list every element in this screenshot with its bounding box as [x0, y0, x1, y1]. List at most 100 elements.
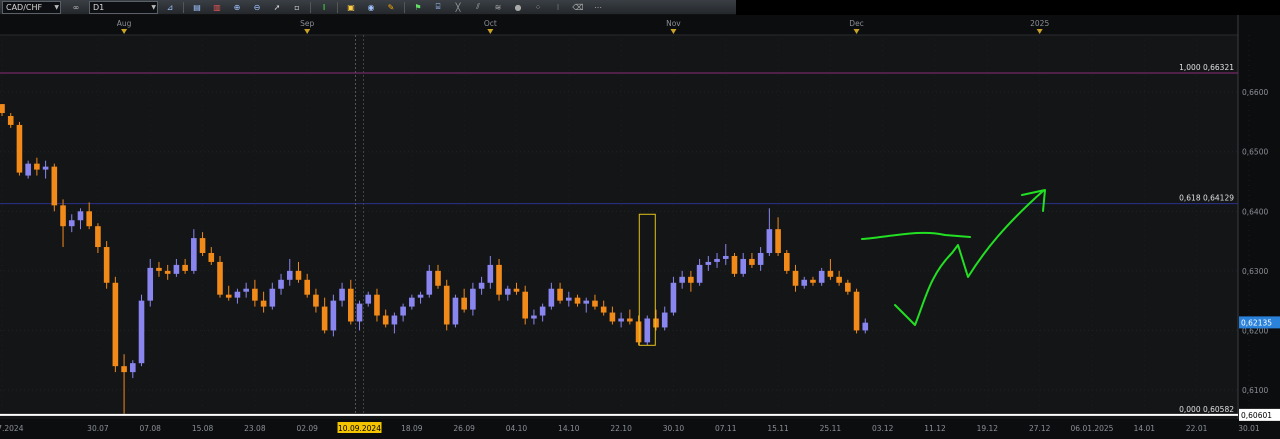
cursor-icon[interactable]: ➚	[269, 1, 285, 13]
candle-body	[531, 315, 537, 319]
candles-icon[interactable]: ▥	[209, 1, 225, 13]
settings-icon[interactable]: ⁝	[550, 1, 566, 13]
candle-body	[661, 312, 668, 328]
indicators-icon[interactable]: ⚑	[410, 1, 426, 13]
candle-body	[513, 288, 520, 292]
x-tick-label: 25.11	[820, 424, 842, 433]
month-label: 2025	[1030, 19, 1049, 28]
candle-body	[365, 294, 372, 304]
candle-body	[121, 366, 127, 373]
candle-body	[688, 276, 694, 283]
zoom-out-icon[interactable]: ⊖	[249, 1, 265, 13]
chart-background	[0, 15, 1280, 439]
candle-body	[548, 288, 555, 307]
more-icon[interactable]: ⋯	[590, 1, 606, 13]
candle-body	[182, 264, 188, 271]
candle-body	[766, 229, 773, 253]
candle-body	[496, 264, 502, 295]
toolbar-divider	[404, 1, 405, 13]
month-label: Nov	[666, 19, 681, 28]
fib-level-label: 1,000 0,66321	[1179, 63, 1234, 72]
timeframe-selector[interactable]: D1 ▼	[89, 0, 158, 14]
color-icon[interactable]: ◉	[363, 1, 379, 13]
candle-body	[557, 288, 563, 301]
chevron-down-icon: ▼	[54, 3, 59, 11]
fib-level-label: 0,618 0,64129	[1179, 194, 1234, 203]
candle-body	[670, 282, 677, 313]
x-tick-label: 30.01	[1238, 424, 1260, 433]
note-icon[interactable]: ▣	[343, 1, 359, 13]
candle-body	[731, 255, 738, 274]
candle-body	[600, 306, 607, 313]
candle-body	[452, 297, 459, 325]
x-tick-label: 14.01	[1134, 424, 1156, 433]
x-tick-label: 26.09	[453, 424, 475, 433]
toolbar-divider	[337, 1, 338, 13]
point-icon[interactable]: ▫	[289, 1, 305, 13]
candle-body	[164, 270, 171, 274]
chevron-down-icon: ▼	[151, 3, 156, 11]
y-tick-label: 0,6600	[1242, 88, 1268, 97]
x-tick-label: 02.09	[296, 424, 318, 433]
templates-icon[interactable]: ⌸	[430, 1, 446, 13]
x-tick-label: 30.07	[87, 424, 109, 433]
candle-body	[696, 264, 703, 283]
shapes-icon[interactable]: ⫽	[470, 1, 486, 13]
candle-body	[443, 285, 450, 325]
candle-body	[574, 297, 581, 304]
candle-body	[130, 363, 136, 373]
candle-body	[199, 238, 206, 253]
candle-body	[217, 261, 223, 295]
month-label: Aug	[117, 19, 132, 28]
fib-price-label: 0,60601	[1241, 411, 1272, 420]
objects-icon[interactable]: ⁘	[530, 1, 546, 13]
candle-body	[810, 279, 816, 283]
candle-body	[25, 163, 31, 176]
zoom-in-icon[interactable]: ⊕	[229, 1, 245, 13]
candle-body	[539, 306, 546, 316]
candle-body	[225, 294, 232, 298]
candle-body	[16, 124, 23, 173]
candle-body	[705, 261, 712, 265]
text-tool-icon[interactable]: Ⅰ	[316, 1, 332, 13]
candle-body	[86, 211, 92, 227]
symbol-selector[interactable]: CAD/CHF ▼	[2, 0, 61, 14]
candle-body	[827, 270, 834, 277]
candlestick-chart[interactable]: 1,000 0,663210,618 0,641290,000 0,60582 …	[0, 15, 1280, 439]
candle-body	[321, 306, 328, 331]
candle-body	[757, 252, 764, 265]
toolbar-divider	[183, 1, 184, 13]
symbol-label: CAD/CHF	[6, 2, 43, 12]
candle-body	[609, 312, 616, 322]
candle-body	[112, 282, 119, 367]
candle-body	[313, 294, 319, 307]
x-tick-label: 03.12	[872, 424, 894, 433]
circle-icon[interactable]: ●	[510, 1, 526, 13]
candle-body	[7, 116, 14, 125]
month-label: Sep	[300, 19, 314, 28]
bar-icon[interactable]: ▤	[189, 1, 205, 13]
candle-body	[286, 270, 293, 280]
fibonacci-icon[interactable]: ≋	[490, 1, 506, 13]
candle-body	[234, 291, 241, 298]
link-icon[interactable]: ∞	[65, 1, 87, 13]
candle-body	[60, 205, 66, 227]
candle-body	[836, 276, 842, 283]
x-tick-label: 23.08	[244, 424, 266, 433]
candle-body	[191, 238, 197, 271]
candle-body	[243, 288, 249, 292]
candle-body	[487, 264, 494, 283]
candle-body	[295, 270, 302, 280]
lines-icon[interactable]: ╳	[450, 1, 466, 13]
pencil-icon[interactable]: ✎	[383, 1, 399, 13]
candle-body	[260, 300, 267, 307]
candle-body	[42, 166, 49, 170]
candle-body	[138, 300, 145, 364]
candle-body	[522, 291, 528, 319]
candle-body	[95, 226, 101, 248]
y-tick-label: 0,6300	[1242, 267, 1268, 276]
candle-body	[147, 267, 154, 301]
eraser-icon[interactable]: ⌫	[570, 1, 586, 13]
chart-type-icon[interactable]: ⊿	[162, 1, 178, 13]
candle-body	[34, 163, 40, 170]
